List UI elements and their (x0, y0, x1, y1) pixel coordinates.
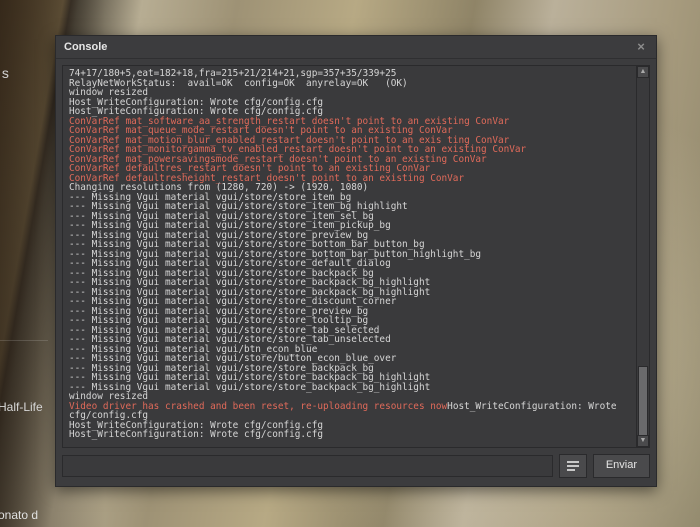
scroll-up-button[interactable]: ▲ (637, 66, 649, 78)
console-log-area: 74+17/180+5,eat=182+18,fra=215+21/214+21… (62, 65, 650, 448)
submit-button[interactable]: Enviar (593, 454, 650, 478)
menu-text-fragment: Half-Life (0, 400, 43, 414)
menu-divider (0, 340, 48, 341)
console-input[interactable] (62, 455, 553, 477)
console-bottom-bar: Enviar (56, 452, 656, 486)
menu-text-fragment: onato d (0, 508, 38, 522)
autocomplete-button[interactable] (559, 454, 587, 478)
scrollbar[interactable]: ▲ ▼ (636, 66, 649, 447)
console-title: Console (64, 41, 107, 53)
console-titlebar[interactable]: Console × (56, 36, 656, 59)
console-log[interactable]: 74+17/180+5,eat=182+18,fra=215+21/214+21… (63, 66, 637, 447)
console-window: Console × 74+17/180+5,eat=182+18,fra=215… (55, 35, 657, 487)
close-icon[interactable]: × (634, 40, 648, 54)
menu-text-fragment: wns (0, 65, 11, 81)
main-menu-fragment: wns Half-Life onato d (0, 0, 50, 527)
scroll-down-button[interactable]: ▼ (637, 435, 649, 447)
list-icon (566, 460, 580, 472)
